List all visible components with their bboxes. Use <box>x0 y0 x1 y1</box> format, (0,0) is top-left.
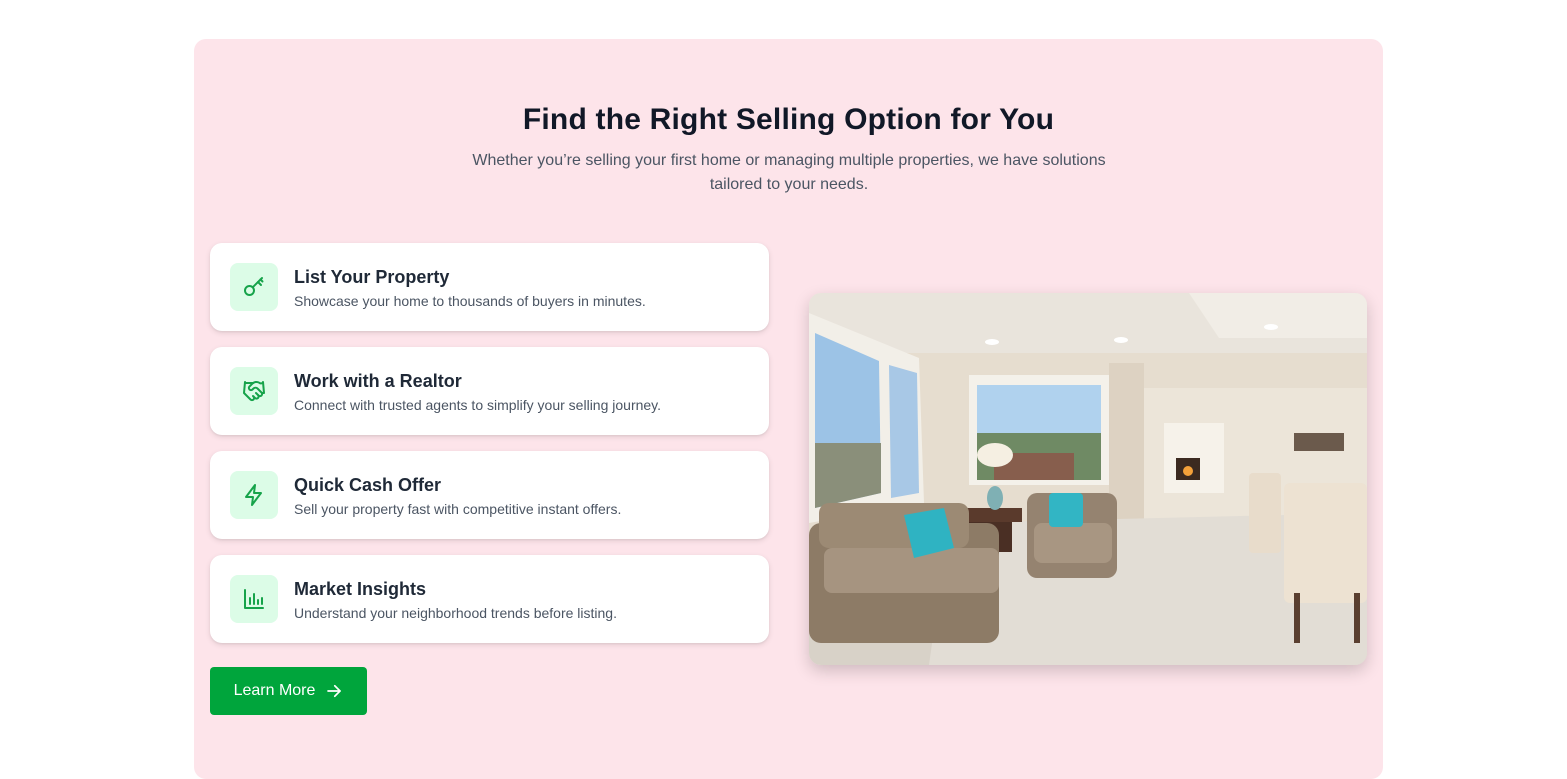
learn-more-label: Learn More <box>233 682 316 699</box>
option-title: List Your Property <box>294 267 450 287</box>
option-title: Quick Cash Offer <box>294 475 442 495</box>
living-room-photo <box>809 293 1367 665</box>
selling-options-section: Find the Right Selling Option for You Wh… <box>194 39 1383 779</box>
handshake-icon <box>230 367 278 415</box>
option-description: Connect with trusted agents to simplify … <box>294 397 662 413</box>
option-description: Understand your neighborhood trends befo… <box>294 605 617 621</box>
section-subtitle: Whether you’re selling your first home o… <box>472 152 1106 193</box>
arrow-right-icon <box>327 684 342 698</box>
option-card-market-insights[interactable]: Market Insights Understand your neighbor… <box>210 555 769 643</box>
lightning-icon <box>230 471 278 519</box>
option-title: Market Insights <box>294 579 427 599</box>
option-card-realtor[interactable]: Work with a Realtor Connect with trusted… <box>210 347 769 435</box>
option-card-cash-offer[interactable]: Quick Cash Offer Sell your property fast… <box>210 451 769 539</box>
option-description: Showcase your home to thousands of buyer… <box>294 293 646 309</box>
learn-more-button[interactable]: Learn More <box>210 667 367 715</box>
option-card-list-property[interactable]: List Your Property Showcase your home to… <box>210 243 769 331</box>
bar-chart-icon <box>230 575 278 623</box>
key-icon <box>230 263 278 311</box>
option-description: Sell your property fast with competitive… <box>294 501 622 517</box>
section-title: Find the Right Selling Option for You <box>522 103 1055 136</box>
option-title: Work with a Realtor <box>294 371 462 391</box>
